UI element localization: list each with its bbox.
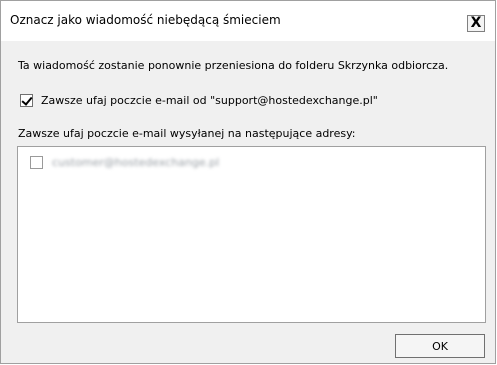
address-checkbox[interactable]: [30, 155, 43, 169]
address-email: customer@hostedexchange.pl: [52, 155, 220, 169]
ok-button[interactable]: OK: [395, 334, 485, 358]
trust-sender-option[interactable]: Zawsze ufaj poczcie e-mail od "support@h…: [20, 93, 378, 107]
description-text: Ta wiadomość zostanie ponownie przeniesi…: [18, 59, 449, 72]
dialog-title: Oznacz jako wiadomość niebędącą śmieciem: [10, 13, 281, 27]
trust-sender-label: Zawsze ufaj poczcie e-mail od "support@h…: [41, 93, 378, 107]
address-list[interactable]: customer@hostedexchange.pl: [17, 146, 486, 323]
address-list-label: Zawsze ufaj poczcie e-mail wysyłanej na …: [18, 127, 356, 140]
close-button[interactable]: X: [467, 15, 485, 32]
list-item[interactable]: customer@hostedexchange.pl: [30, 155, 219, 169]
close-icon: X: [470, 15, 482, 31]
title-bar: Oznacz jako wiadomość niebędącą śmieciem…: [1, 1, 495, 41]
trust-sender-checkbox[interactable]: [20, 93, 33, 107]
mark-as-not-junk-dialog: Oznacz jako wiadomość niebędącą śmieciem…: [0, 0, 496, 364]
